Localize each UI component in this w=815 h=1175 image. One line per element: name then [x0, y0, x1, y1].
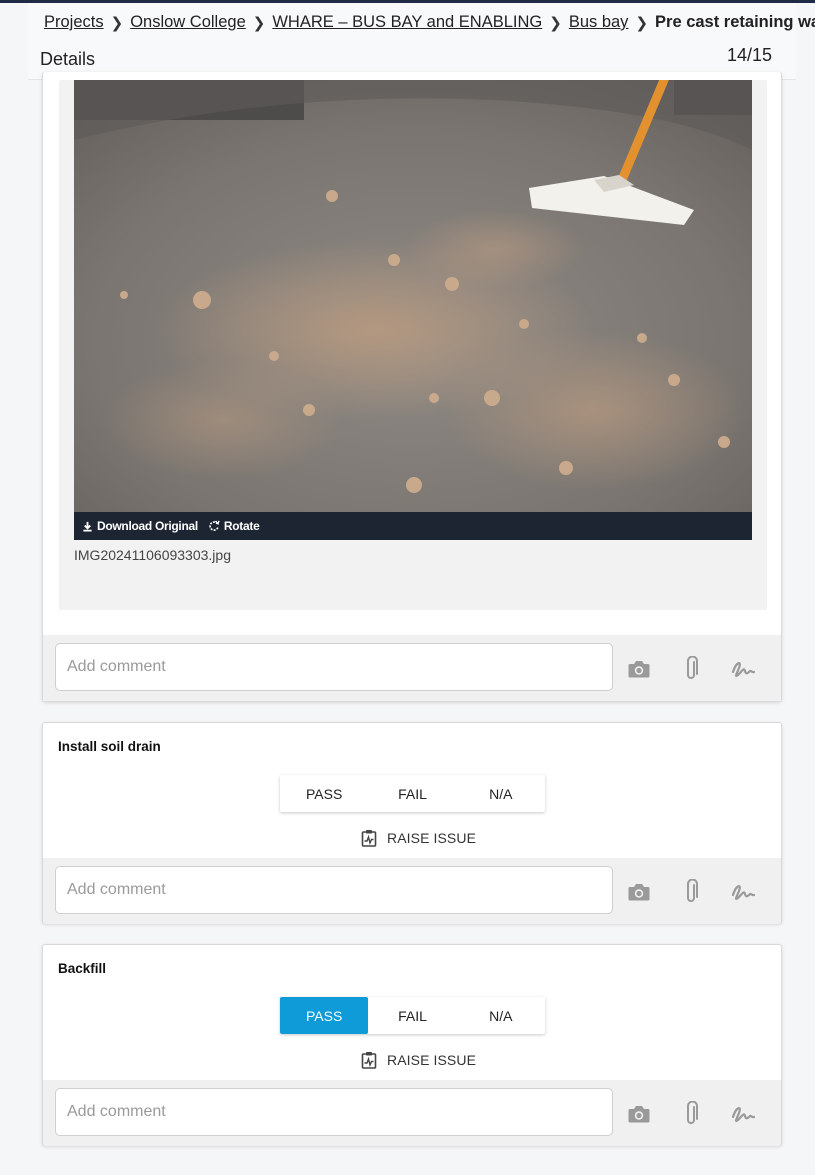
signature-icon[interactable]: [729, 1100, 757, 1128]
breadcrumb-bus-bay[interactable]: Bus bay: [569, 13, 629, 32]
fail-button[interactable]: FAIL: [368, 775, 456, 812]
na-button[interactable]: N/A: [457, 775, 545, 812]
download-original-button[interactable]: Download Original: [82, 519, 198, 533]
paperclip-icon[interactable]: [677, 1100, 705, 1128]
item-title: Install soil drain: [58, 739, 161, 754]
raise-issue-button[interactable]: RAISE ISSUE: [361, 1051, 476, 1069]
raise-issue-label: RAISE ISSUE: [387, 830, 477, 846]
item-title: Backfill: [58, 961, 107, 976]
photo-item-card: Download Original Rotate IMG202411060933…: [42, 72, 782, 702]
download-original-label: Download Original: [97, 519, 198, 533]
fail-button[interactable]: FAIL: [368, 997, 456, 1034]
result-selector: PASS FAIL N/A: [280, 775, 545, 812]
signature-icon[interactable]: [729, 878, 757, 906]
details-label: Details: [40, 49, 96, 69]
chevron-right-icon: ❯: [110, 14, 124, 32]
rotate-icon: [209, 520, 220, 531]
camera-icon[interactable]: [625, 878, 653, 906]
download-icon: [83, 521, 92, 532]
item-counter: 14/15: [726, 45, 772, 65]
comment-input[interactable]: [55, 866, 613, 914]
chevron-right-icon: ❯: [252, 14, 266, 32]
comment-input[interactable]: [55, 643, 613, 691]
raise-issue-label: RAISE ISSUE: [387, 1052, 477, 1068]
page-header: Projects ❯ Onslow College ❯ WHARE – BUS …: [28, 3, 815, 80]
pass-button[interactable]: PASS: [280, 997, 369, 1034]
checklist-item-card: Backfill PASS FAIL N/A RAISE ISSUE: [42, 944, 782, 1146]
comment-input[interactable]: [55, 1088, 613, 1136]
breadcrumb-current: Pre cast retaining wall: [655, 13, 815, 31]
breadcrumb-onslow-college[interactable]: Onslow College: [130, 13, 246, 32]
camera-icon[interactable]: [625, 1100, 653, 1128]
comment-bar: [43, 858, 781, 924]
breadcrumb-projects[interactable]: Projects: [44, 13, 104, 32]
paperclip-icon[interactable]: [677, 878, 705, 906]
breadcrumb-whare-bus-bay[interactable]: WHARE – BUS BAY and ENABLING: [272, 13, 542, 32]
comment-bar: [43, 1080, 781, 1146]
comment-bar: [43, 635, 781, 701]
raise-issue-button[interactable]: RAISE ISSUE: [361, 829, 476, 847]
clipboard-pulse-icon: [361, 1052, 377, 1069]
rotate-label: Rotate: [223, 519, 260, 533]
site-photo[interactable]: [74, 80, 752, 512]
chevron-right-icon: ❯: [635, 14, 649, 32]
checklist-item-card: Install soil drain PASS FAIL N/A RAISE I…: [42, 722, 782, 924]
site-photo-image: [74, 80, 752, 512]
clipboard-pulse-icon: [361, 830, 377, 847]
signature-icon[interactable]: [729, 655, 757, 683]
photo-filename: IMG20241106093303.jpg: [74, 547, 231, 563]
camera-icon[interactable]: [625, 655, 653, 683]
breadcrumb: Projects ❯ Onslow College ❯ WHARE – BUS …: [44, 13, 815, 32]
photo-panel: Download Original Rotate IMG202411060933…: [59, 80, 767, 610]
pass-button[interactable]: PASS: [280, 775, 368, 812]
rotate-button[interactable]: Rotate: [208, 519, 260, 533]
result-selector: PASS FAIL N/A: [280, 997, 545, 1034]
chevron-right-icon: ❯: [549, 14, 562, 32]
na-button[interactable]: N/A: [457, 997, 545, 1034]
photo-toolbar: Download Original Rotate: [74, 512, 752, 540]
paperclip-icon[interactable]: [677, 655, 705, 683]
